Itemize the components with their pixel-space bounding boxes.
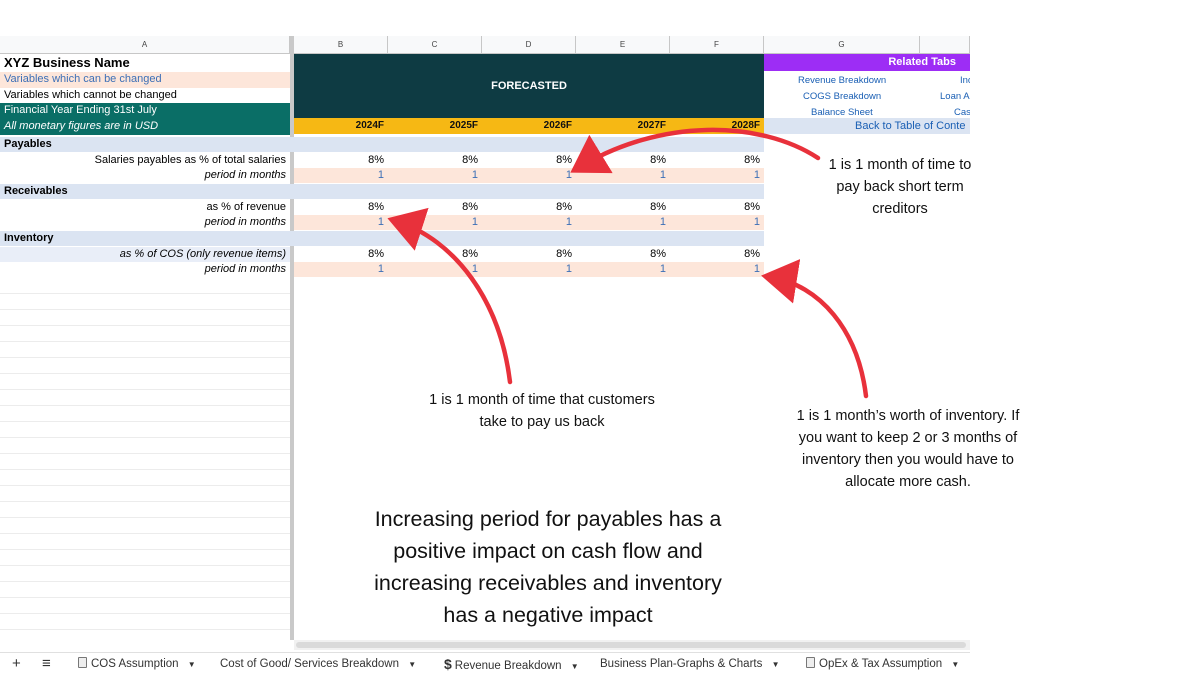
chevron-down-icon: ▼ [951, 660, 960, 669]
tab-opex-tax[interactable]: OpEx & Tax Assumption ▼ [806, 654, 959, 674]
chevron-down-icon: ▼ [187, 660, 196, 669]
tab-label: OpEx & Tax Assumption [819, 658, 943, 670]
chevron-down-icon: ▼ [408, 660, 417, 669]
arrow-to-payables [570, 127, 821, 174]
arrow-to-inventory [761, 259, 869, 399]
tab-cos-assumption[interactable]: COS Assumption ▼ [78, 654, 196, 674]
doc-icon [78, 657, 87, 668]
tab-cost-of-goods[interactable]: Cost of Good/ Services Breakdown ▼ [220, 654, 416, 674]
tab-label: COS Assumption [91, 658, 179, 670]
chevron-down-icon: ▼ [771, 660, 780, 669]
arrow-overlay [387, 127, 869, 399]
tab-label: Revenue Breakdown [454, 660, 562, 672]
add-sheet-button[interactable]: + [12, 654, 21, 674]
all-sheets-menu-icon[interactable]: ≡ [42, 654, 51, 674]
chevron-down-icon: ▼ [570, 662, 579, 671]
tab-label: Business Plan-Graphs & Charts [600, 658, 763, 670]
arrow-to-receivables [387, 207, 513, 385]
tab-business-plan-graphs[interactable]: Business Plan-Graphs & Charts ▼ [600, 654, 779, 674]
tab-label: Cost of Good/ Services Breakdown [220, 658, 399, 670]
doc-icon [806, 657, 815, 668]
dollar-icon: $ [444, 656, 452, 672]
tab-revenue-breakdown[interactable]: $ Revenue Breakdown ▼ [444, 654, 579, 674]
